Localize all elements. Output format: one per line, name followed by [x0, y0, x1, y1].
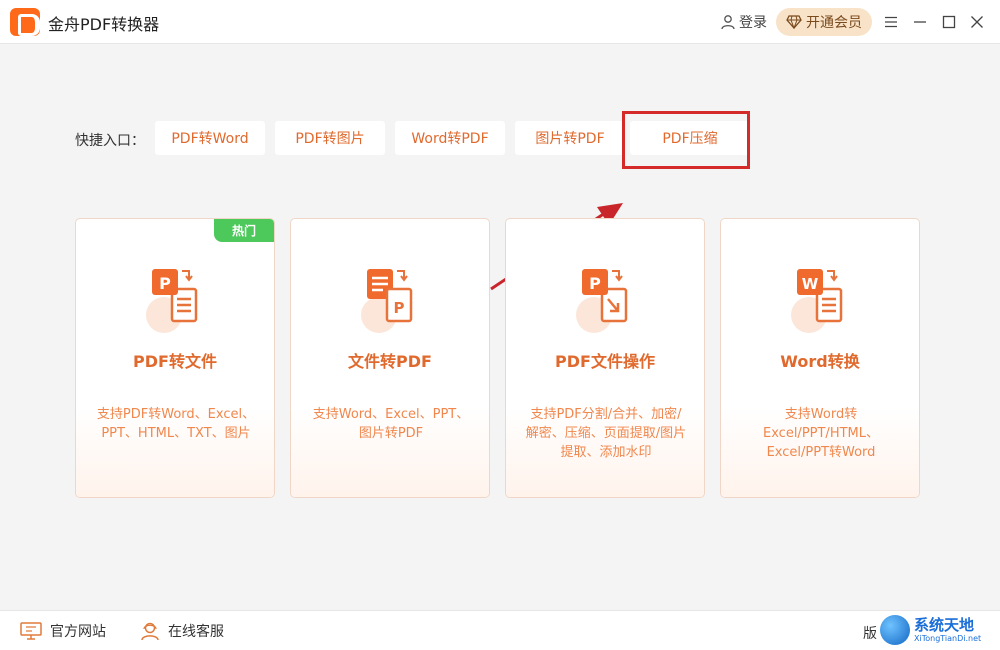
menu-icon[interactable]: [879, 10, 903, 34]
card-description: 支持PDF转Word、Excel、PPT、HTML、TXT、图片: [96, 407, 256, 441]
card-title: 文件转PDF: [348, 352, 432, 371]
watermark-sub: XiTongTianDi.net: [914, 633, 982, 643]
shortcut-word-to-pdf[interactable]: Word转PDF: [395, 121, 505, 155]
watermark-main: 系统天地: [914, 615, 975, 634]
hot-badge: 热门: [214, 219, 274, 242]
official-website-link[interactable]: 官方网站: [20, 621, 106, 641]
maximize-icon[interactable]: [937, 10, 961, 34]
card-description: 支持PDF分割/合并、加密/解密、压缩、页面提取/图片提取、添加水印: [525, 407, 687, 460]
shortcut-label: 快捷入口：: [75, 133, 145, 149]
card-title: PDF文件操作: [555, 352, 655, 371]
shortcut-pdf-to-word[interactable]: PDF转Word: [155, 121, 265, 155]
card-description: 支持Word转Excel/PPT/HTML、Excel/PPT转Word: [763, 407, 879, 460]
card-word-convert[interactable]: W Word转换 支持Word转Excel/PPT/HTML、Excel/PPT…: [720, 218, 920, 498]
close-icon[interactable]: [965, 10, 989, 34]
pdf-to-file-icon: P: [146, 269, 198, 333]
card-file-to-pdf[interactable]: P 文件转PDF 支持Word、Excel、PPT、图片转PDF: [290, 218, 490, 498]
app-title: 金舟PDF转换器: [48, 15, 160, 34]
file-to-pdf-icon: P: [361, 269, 413, 333]
card-title: Word转换: [780, 352, 860, 371]
online-service-link[interactable]: 在线客服: [140, 621, 224, 641]
online-service-label: 在线客服: [168, 624, 224, 640]
svg-text:W: W: [802, 275, 819, 293]
shortcut-pdf-compress[interactable]: PDF压缩: [630, 121, 750, 155]
minimize-icon[interactable]: [908, 10, 932, 34]
card-pdf-to-file[interactable]: P PDF转文件 支持PDF转Word、Excel、PPT、HTML、TXT、图…: [75, 218, 275, 498]
shortcut-pdf-to-image[interactable]: PDF转图片: [275, 121, 385, 155]
customer-service-icon: [141, 622, 159, 641]
shortcut-image-to-pdf[interactable]: 图片转PDF: [515, 121, 625, 155]
pdf-operations-icon: P: [576, 269, 628, 333]
footer: 官方网站 在线客服 版: [0, 610, 1000, 650]
user-icon: [721, 15, 735, 30]
card-description: 支持Word、Excel、PPT、图片转PDF: [312, 407, 470, 441]
title-bar: 金舟PDF转换器 登录 开通会员: [0, 0, 1000, 44]
login-button[interactable]: 登录: [720, 12, 767, 32]
watermark: 系统天地 XiTongTianDi.net: [880, 610, 1000, 650]
card-title: PDF转文件: [133, 352, 217, 371]
official-website-label: 官方网站: [50, 624, 106, 640]
vip-label: 开通会员: [806, 15, 862, 31]
diamond-icon: [786, 15, 802, 29]
globe-icon: [880, 615, 910, 645]
svg-text:P: P: [159, 274, 171, 293]
word-convert-icon: W: [791, 269, 843, 333]
version-label: 版: [863, 626, 877, 642]
vip-button[interactable]: 开通会员: [776, 8, 872, 36]
monitor-icon: [20, 622, 42, 640]
login-label: 登录: [739, 15, 767, 31]
svg-text:P: P: [394, 299, 405, 317]
app-logo-icon: [10, 8, 40, 36]
card-pdf-operations[interactable]: P PDF文件操作 支持PDF分割/合并、加密/解密、压缩、页面提取/图片提取、…: [505, 218, 705, 498]
svg-text:P: P: [589, 274, 601, 293]
